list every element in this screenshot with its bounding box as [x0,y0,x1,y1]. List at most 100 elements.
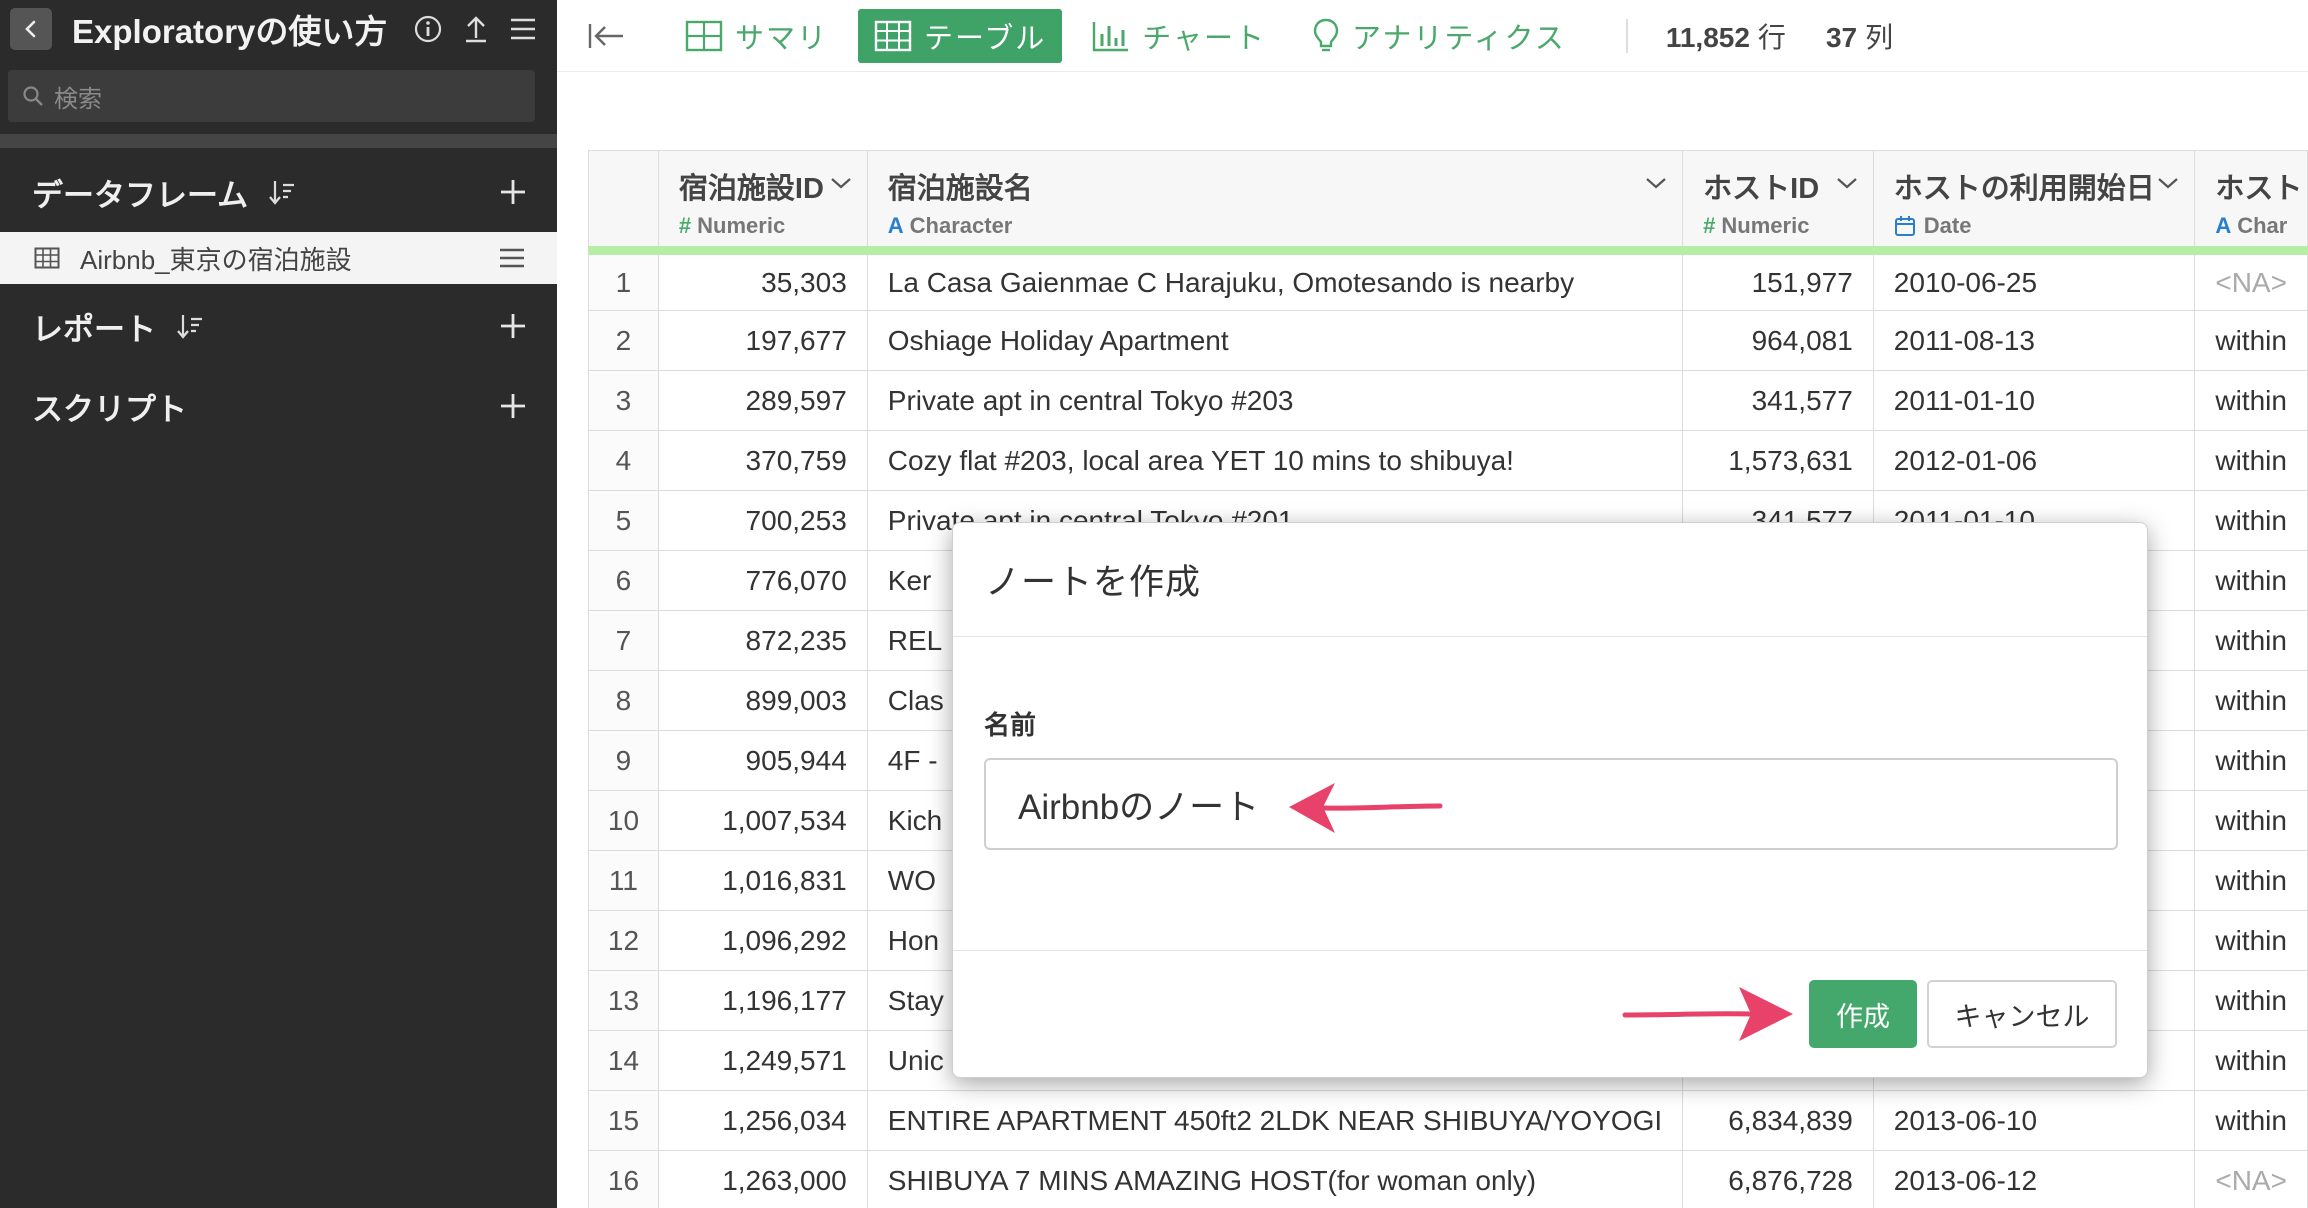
tab-analytics[interactable]: アナリティクス [1296,9,1582,63]
create-note-dialog: ノートを作成 名前 作成 キャンセル [952,522,2148,1078]
add-dataframe-icon[interactable] [499,178,527,206]
cell-listing-id[interactable]: 776,070 [657,550,868,611]
sidebar-search[interactable]: 検索 [8,70,535,122]
cell-host-response[interactable]: within [2194,730,2308,791]
cell-listing-id[interactable]: 197,677 [657,310,868,371]
table-row[interactable]: 3 289,597 Private apt in central Tokyo #… [588,370,2308,431]
column-type: A Char [2215,213,2306,239]
table-row[interactable]: 4 370,759 Cozy flat #203, local area YET… [588,430,2308,491]
column-header[interactable]: ホスト A Char [2194,150,2308,255]
cell-host-response[interactable]: within [2194,370,2308,431]
cell-listing-id[interactable]: 1,016,831 [657,850,868,911]
cell-host-id[interactable]: 6,876,728 [1682,1150,1874,1208]
cell-listing-id[interactable]: 905,944 [657,730,868,791]
add-report-icon[interactable] [499,312,527,340]
cell-host-id[interactable]: 6,834,839 [1682,1090,1874,1151]
cell-host-response[interactable]: within [2194,850,2308,911]
collapse-left-icon [588,23,623,48]
hamburger-menu-icon[interactable] [509,17,537,41]
cell-host-response[interactable]: within [2194,490,2308,551]
table-row[interactable]: 2 197,677 Oshiage Holiday Apartment 964,… [588,310,2308,371]
note-name-input[interactable] [984,758,2118,850]
cell-listing-name[interactable]: SHIBUYA 7 MINS AMAZING HOST(for woman on… [866,1150,1684,1208]
cell-host-response[interactable]: within [2194,790,2308,851]
row-count: 11,852 行 [1666,16,1786,56]
table-row[interactable]: 1 35,303 La Casa Gaienmae C Harajuku, Om… [588,250,2308,311]
cell-host-response[interactable]: within [2194,1090,2308,1151]
cell-listing-id[interactable]: 899,003 [657,670,868,731]
cell-host-since[interactable]: 2011-01-10 [1872,370,2196,431]
cell-host-response[interactable]: within [2194,310,2308,371]
row-number: 8 [588,670,659,731]
cell-host-id[interactable]: 964,081 [1682,310,1874,371]
cell-host-since[interactable]: 2011-08-13 [1872,310,2196,371]
tab-summary[interactable]: サマリ [669,9,844,63]
cell-listing-name[interactable]: Private apt in central Tokyo #203 [866,370,1684,431]
cell-host-response[interactable]: within [2194,550,2308,611]
section-script: スクリプト [0,366,557,446]
cell-listing-id[interactable]: 1,256,034 [657,1090,868,1151]
chevron-down-icon[interactable] [1644,175,1668,191]
column-name: ホスト [2215,173,2303,205]
cell-host-response[interactable]: <NA> [2194,250,2308,311]
upload-icon[interactable] [463,14,489,44]
column-header[interactable]: 宿泊施設名 A Character [866,150,1684,255]
column-header[interactable]: ホストID # Numeric [1682,150,1874,255]
info-icon[interactable] [413,14,443,44]
back-button[interactable] [10,8,52,50]
cell-host-response[interactable]: <NA> [2194,1150,2308,1208]
row-number: 13 [588,970,659,1031]
dataframe-item[interactable]: Airbnb_東京の宿泊施設 [0,232,557,284]
cell-host-response[interactable]: within [2194,970,2308,1031]
cell-host-since[interactable]: 2010-06-25 [1872,250,2196,311]
cell-host-response[interactable]: within [2194,430,2308,491]
cell-listing-id[interactable]: 1,249,571 [657,1030,868,1091]
cell-listing-id[interactable]: 35,303 [657,250,868,311]
cell-listing-id[interactable]: 700,253 [657,490,868,551]
item-menu-icon[interactable] [499,247,525,269]
cell-host-response[interactable]: within [2194,610,2308,671]
tab-chart[interactable]: チャート [1076,9,1282,63]
character-type-icon: A [2215,213,2232,238]
cell-host-since[interactable]: 2012-01-06 [1872,430,2196,491]
column-type-label: Numeric [1721,213,1810,238]
column-header[interactable]: ホストの利用開始日 Date [1872,150,2196,255]
cell-listing-id[interactable]: 872,235 [657,610,868,671]
cell-host-response[interactable]: within [2194,910,2308,971]
cell-listing-id[interactable]: 1,196,177 [657,970,868,1031]
cell-listing-name[interactable]: ENTIRE APARTMENT 450ft2 2LDK NEAR SHIBUY… [866,1090,1684,1151]
chevron-down-icon[interactable] [1835,175,1859,191]
collapse-sidebar-button[interactable] [587,22,625,50]
add-script-icon[interactable] [499,392,527,420]
tab-table[interactable]: テーブル [858,8,1063,63]
table-row[interactable]: 15 1,256,034 ENTIRE APARTMENT 450ft2 2LD… [588,1090,2308,1151]
cell-listing-id[interactable]: 289,597 [657,370,868,431]
column-type-label: Character [909,213,1013,238]
cell-listing-name[interactable]: Cozy flat #203, local area YET 10 mins t… [866,430,1684,491]
cell-listing-id[interactable]: 1,096,292 [657,910,868,971]
cell-host-since[interactable]: 2013-06-12 [1872,1150,2196,1208]
create-button[interactable]: 作成 [1809,980,1917,1048]
cell-listing-name[interactable]: La Casa Gaienmae C Harajuku, Omotesando … [866,250,1684,311]
cancel-button[interactable]: キャンセル [1927,980,2117,1048]
row-number: 3 [588,370,659,431]
cell-host-since[interactable]: 2013-06-10 [1872,1090,2196,1151]
column-type: # Numeric [679,213,866,239]
cell-listing-name[interactable]: Oshiage Holiday Apartment [866,310,1684,371]
cell-host-id[interactable]: 341,577 [1682,370,1874,431]
cell-host-response[interactable]: within [2194,1030,2308,1091]
cell-listing-id[interactable]: 1,007,534 [657,790,868,851]
cell-host-id[interactable]: 1,573,631 [1682,430,1874,491]
cell-listing-id[interactable]: 370,759 [657,430,868,491]
sort-icon[interactable] [268,178,296,206]
chevron-down-icon[interactable] [2156,175,2180,191]
column-count-value: 37 [1825,21,1858,53]
column-header[interactable]: 宿泊施設ID # Numeric [657,150,868,255]
sort-icon[interactable] [176,312,204,340]
chevron-down-icon[interactable] [829,175,853,191]
cell-host-id[interactable]: 151,977 [1682,250,1874,311]
project-title: Exploratoryの使い方 [72,13,388,50]
cell-listing-id[interactable]: 1,263,000 [657,1150,868,1208]
cell-host-response[interactable]: within [2194,670,2308,731]
table-row[interactable]: 16 1,263,000 SHIBUYA 7 MINS AMAZING HOST… [588,1150,2308,1208]
